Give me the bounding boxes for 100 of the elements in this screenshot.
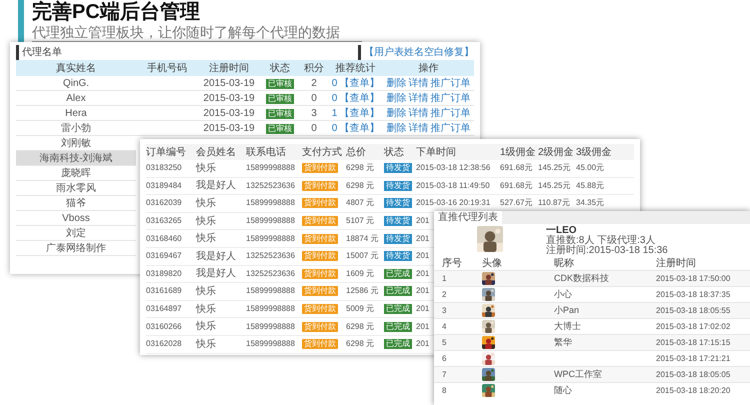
table-cell-text: 45.88元 xyxy=(576,180,606,192)
table-row[interactable]: 广泰网络制作 xyxy=(16,241,136,256)
table-cell-text: 快乐 xyxy=(196,232,217,246)
table-cell-text: 2015-03-19 xyxy=(202,122,256,136)
status-badge: 待发货 xyxy=(384,234,412,244)
status-badge: 已审核 xyxy=(266,78,294,88)
tab[interactable]: 直推代理列表 xyxy=(434,211,502,224)
action-link[interactable]: 删除 xyxy=(386,121,406,136)
action-link[interactable]: 推广订单 xyxy=(430,91,470,106)
table-cell-text: 15899998888 xyxy=(246,303,296,316)
status-badge: 待发货 xyxy=(384,163,412,174)
table-cell-text: 小心 xyxy=(554,288,573,301)
table-cell-text: 我是好人 xyxy=(196,266,237,282)
table-cell-text: 快乐 xyxy=(196,302,217,317)
table-cell-text: 03162028 xyxy=(146,338,183,350)
table-cell-text: 快乐 xyxy=(196,320,217,334)
payment-badge: 货到付款 xyxy=(302,268,338,279)
table-cell-text: 2015-03-18 17:50:00 xyxy=(656,272,732,284)
table-cell-text: 我是好人 xyxy=(196,178,237,194)
table-row[interactable]: 海南科技-刘海斌 xyxy=(16,151,136,166)
table-row[interactable]: 雷小勃 2015-03-19 已审核 0 0 【查单】 删除 详情 推广订单 xyxy=(16,121,474,136)
table-cell-text: 6298 元 xyxy=(346,338,376,350)
column-header: 注册时间 xyxy=(656,258,697,270)
table-cell-text: 03164897 xyxy=(146,303,183,316)
table-cell: 201 xyxy=(416,215,430,228)
table-cell-text: 2015-03-18 17:02:02 xyxy=(656,320,732,332)
action-link[interactable]: 删除 xyxy=(386,91,406,106)
page-title: 完善PC端后台管理 xyxy=(32,1,201,23)
order-link[interactable]: 【查单】 xyxy=(339,76,380,91)
table-cell-text: 18874 元 xyxy=(346,232,380,245)
action-link[interactable]: 详情 xyxy=(408,106,428,121)
table-cell-text: 大博士 xyxy=(554,320,582,333)
status-badge: 待发货 xyxy=(384,198,412,208)
column-header: 下单时间 xyxy=(416,146,457,160)
table-cell-text: 1 xyxy=(332,107,338,121)
table-cell-text: 110.87元 xyxy=(538,197,571,210)
table-cell-text: 7 xyxy=(442,368,448,380)
column-header: 注册时间 xyxy=(208,62,250,76)
profile-date: 注册时间:2015-03-18 15:36 xyxy=(546,246,668,256)
payment-badge: 货到付款 xyxy=(302,163,338,174)
table-cell-text: 3 xyxy=(310,107,318,121)
table-cell-text: 快乐 xyxy=(196,284,217,299)
table-cell-text: 雷小勃 xyxy=(60,122,92,136)
column-header: 状态 xyxy=(269,62,291,76)
column-header: 总价 xyxy=(346,146,367,160)
status-badge: 已审核 xyxy=(266,124,294,134)
column-header: 支付方式 xyxy=(302,146,343,160)
table-row[interactable]: 庞晓晖 xyxy=(16,166,136,181)
table-cell-text: 8 xyxy=(442,384,448,396)
table-cell-text: CDK数据科技 xyxy=(554,272,610,285)
table-cell-text: 2 xyxy=(310,77,318,91)
action-link[interactable]: 删除 xyxy=(386,106,406,121)
column-header: 头像 xyxy=(482,258,503,270)
table-row[interactable]: Hera 2015-03-19 已审核 3 1 【查单】 删除 详情 推广订单 xyxy=(16,106,474,121)
table-cell-text: 13252523636 xyxy=(246,268,296,280)
table-cell-text: Hera xyxy=(64,107,88,121)
table-row[interactable]: 雨水零风 xyxy=(16,181,136,196)
payment-badge: 货到付款 xyxy=(302,322,338,332)
table-cell-text: 0 xyxy=(332,77,338,91)
table-cell-text: 快乐 xyxy=(196,162,217,176)
table-cell: 201 xyxy=(416,232,430,245)
table-row[interactable]: QinG. 2015-03-19 已审核 2 0 【查单】 删除 详情 推广订单 xyxy=(16,76,474,91)
status-badge: 已完成 xyxy=(384,286,412,296)
action-link[interactable]: 推广订单 xyxy=(430,106,470,121)
table-cell-text: 2015-03-18 18:05:05 xyxy=(656,368,732,380)
action-link[interactable]: 删除 xyxy=(386,76,406,91)
action-link[interactable]: 详情 xyxy=(408,91,428,106)
table-cell-text: 6298 元 xyxy=(346,320,376,333)
table-row[interactable]: Alex 2015-03-19 已审核 0 0 【查单】 删除 详情 推广订单 xyxy=(16,91,474,106)
action-link[interactable]: 详情 xyxy=(408,121,428,136)
table-cell-text: 2015-03-19 xyxy=(202,107,256,121)
action-link[interactable]: 推广订单 xyxy=(430,121,470,136)
column-header: 1级佣金 xyxy=(500,146,537,160)
action-link[interactable]: 详情 xyxy=(408,76,428,91)
table-cell-text: 15007 元 xyxy=(346,250,380,262)
table-row[interactable]: 刘定 xyxy=(16,226,136,241)
table-cell-text: 4807 元 xyxy=(346,197,376,210)
table-cell-text: 691.68元 xyxy=(500,180,534,192)
table-cell: 201 xyxy=(416,320,430,333)
table-row[interactable]: 刘刚敏 xyxy=(16,136,136,151)
column-header: 状态 xyxy=(384,146,405,160)
table-cell-text: 6 xyxy=(442,352,448,364)
payment-badge: 货到付款 xyxy=(302,339,338,350)
order-link[interactable]: 【查单】 xyxy=(339,106,380,121)
table-cell-text: 03163265 xyxy=(146,215,183,228)
table-cell-text: 03189484 xyxy=(146,180,183,192)
action-link[interactable]: 推广订单 xyxy=(430,76,470,91)
order-link[interactable]: 【查单】 xyxy=(339,91,380,106)
table-row[interactable]: 猫爷 xyxy=(16,196,136,211)
table-cell-text: 03160266 xyxy=(146,320,183,333)
table-cell-text: 小Pan xyxy=(554,304,580,317)
table-cell: 201 xyxy=(416,285,430,298)
table-cell-text: 5 xyxy=(442,336,448,348)
column-header: 序号 xyxy=(442,258,463,270)
order-link[interactable]: 【查单】 xyxy=(339,121,380,136)
table-cell-text: 3 xyxy=(442,304,448,316)
table-cell-text: 03161689 xyxy=(146,285,183,298)
payment-badge: 货到付款 xyxy=(302,216,338,226)
payment-badge: 货到付款 xyxy=(302,286,338,296)
table-row[interactable]: Vboss xyxy=(16,211,136,226)
